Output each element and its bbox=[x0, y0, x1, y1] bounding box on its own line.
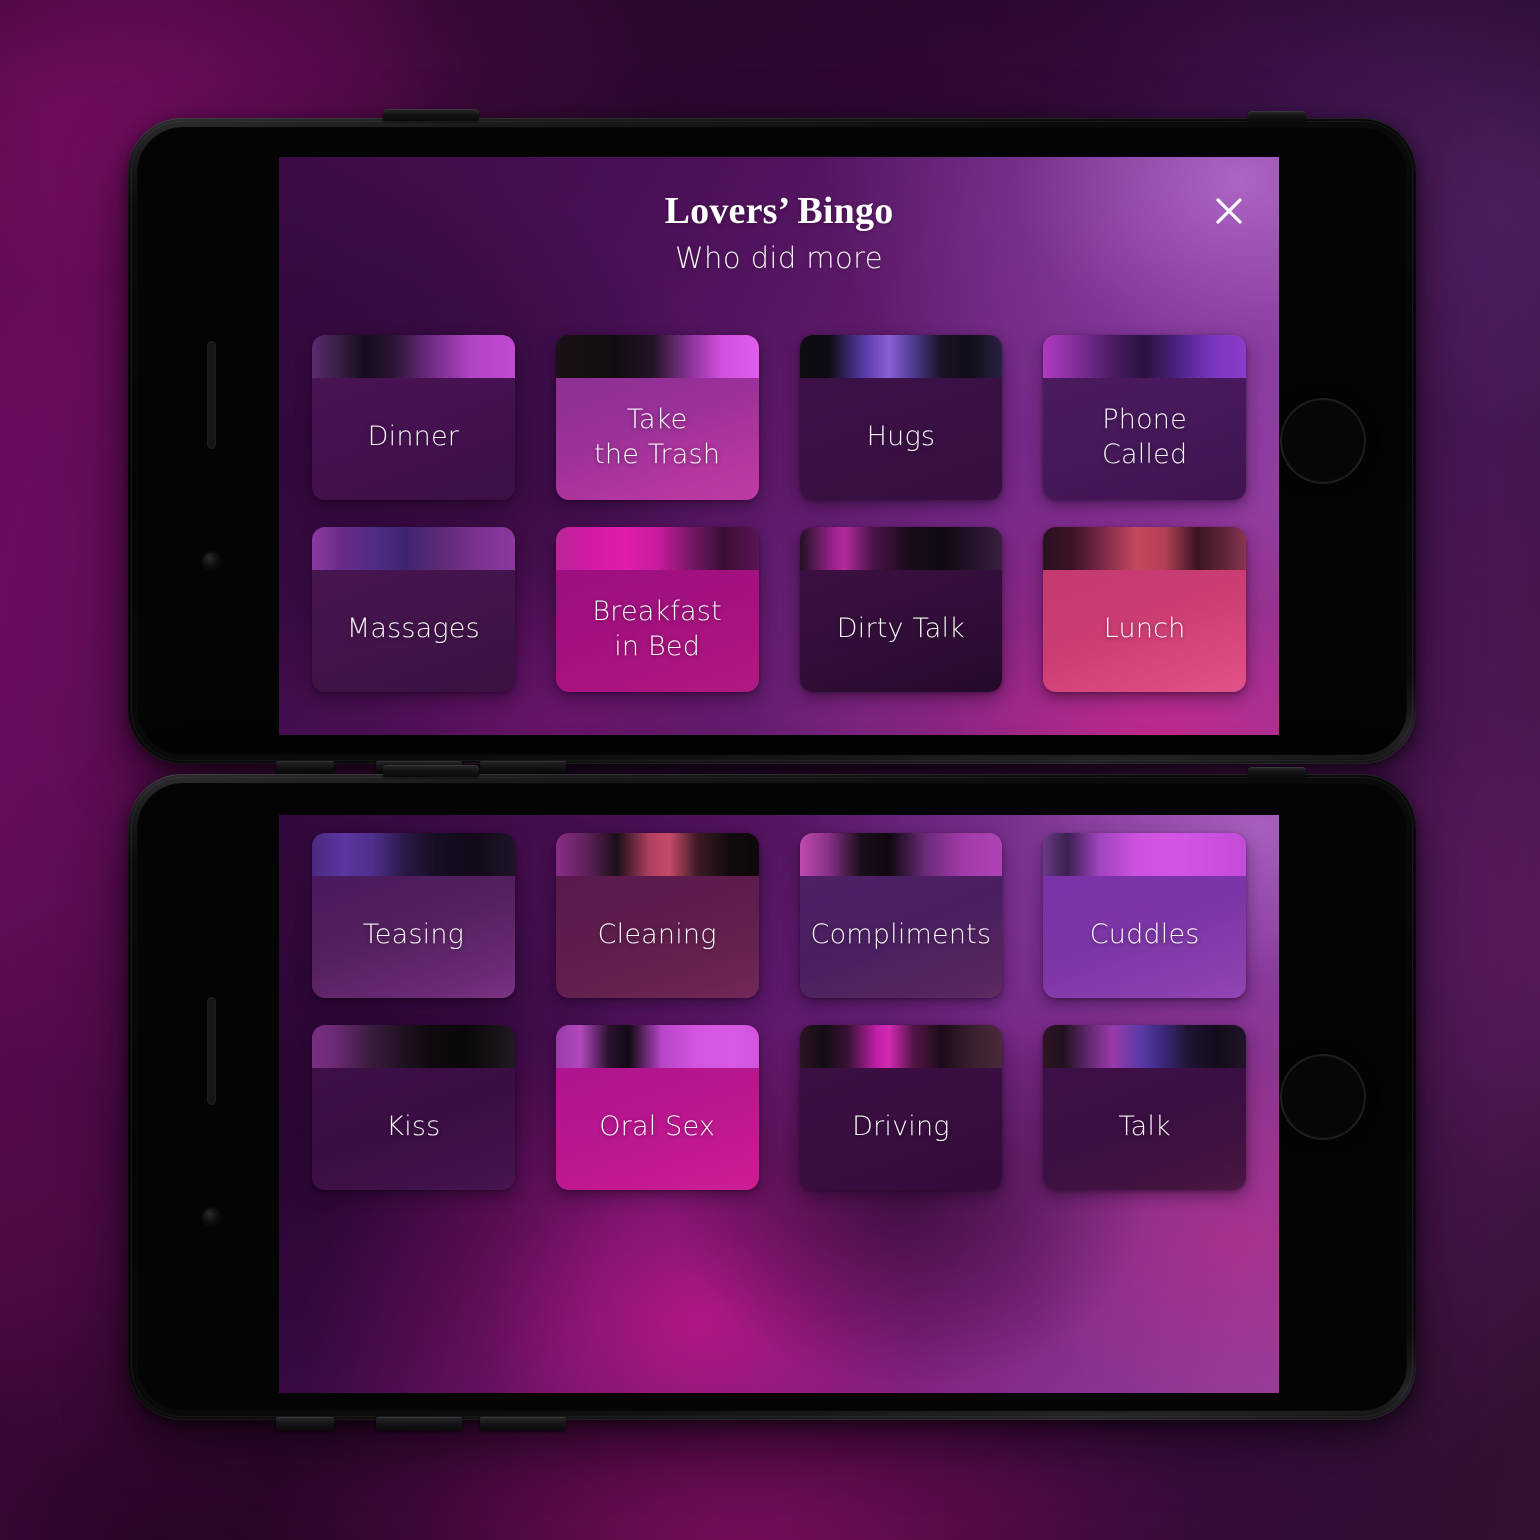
bingo-card-strip bbox=[555, 833, 759, 876]
bingo-grid-bottom: Teasing Cleaning Compliments Cuddles Kiss Ora… bbox=[312, 833, 1246, 1190]
bingo-card-label: Compliments bbox=[810, 919, 992, 951]
screenshot-stage: Lovers’ Bingo Who did more Dinner Take th… bbox=[0, 0, 1540, 1540]
bingo-card-strip bbox=[799, 1025, 1003, 1068]
bingo-card[interactable]: Phone Called bbox=[1043, 335, 1246, 500]
phone-bezel-bottom: Teasing Cleaning Compliments Cuddles Kiss Ora… bbox=[137, 783, 1407, 1411]
bingo-card-strip bbox=[799, 527, 1003, 570]
bingo-card-label: Teasing bbox=[362, 919, 465, 951]
bingo-card-strip bbox=[1043, 335, 1246, 378]
bingo-card-label: Talk bbox=[1118, 1111, 1171, 1143]
antenna-band-top-2 bbox=[1248, 767, 1306, 777]
bingo-card[interactable]: Hugs bbox=[799, 335, 1003, 500]
phone-screen-bottom: Teasing Cleaning Compliments Cuddles Kiss Ora… bbox=[279, 815, 1279, 1393]
bingo-card-label: Dirty Talk bbox=[836, 613, 965, 645]
bingo-card-label: Lunch bbox=[1103, 613, 1186, 645]
bingo-card[interactable]: Cuddles bbox=[1043, 833, 1246, 998]
bingo-card[interactable]: Teasing bbox=[312, 833, 515, 998]
volume-down-button[interactable] bbox=[480, 761, 566, 775]
bingo-card-label: Oral Sex bbox=[599, 1111, 716, 1143]
bingo-card-label: Kiss bbox=[386, 1111, 441, 1143]
bingo-card-strip bbox=[312, 833, 515, 876]
phone-device-top: Lovers’ Bingo Who did more Dinner Take th… bbox=[128, 109, 1416, 775]
close-icon bbox=[1216, 198, 1242, 224]
bingo-card-strip bbox=[799, 833, 1003, 876]
bingo-card-label: Hugs bbox=[866, 421, 936, 453]
home-button[interactable] bbox=[1280, 398, 1366, 484]
bingo-card[interactable]: Take the Trash bbox=[555, 335, 759, 500]
bingo-grid-top: Dinner Take the Trash Hugs Phone Called Mass… bbox=[312, 335, 1246, 692]
bingo-card-strip bbox=[555, 527, 759, 570]
app-header: Lovers’ Bingo Who did more bbox=[279, 157, 1279, 297]
phone-device-bottom: Teasing Cleaning Compliments Cuddles Kiss Ora… bbox=[128, 765, 1416, 1431]
bingo-card-label: Phone Called bbox=[1101, 403, 1188, 470]
bingo-card[interactable]: Cleaning bbox=[555, 833, 759, 998]
bingo-card-label: Massages bbox=[346, 613, 480, 645]
bingo-card[interactable]: Oral Sex bbox=[555, 1025, 759, 1190]
bingo-card-strip bbox=[555, 335, 759, 378]
bingo-card-strip bbox=[312, 527, 515, 570]
bingo-card-strip bbox=[799, 335, 1003, 378]
power-button-2[interactable] bbox=[383, 765, 479, 777]
mute-switch[interactable] bbox=[276, 761, 334, 775]
bingo-card-label: Cuddles bbox=[1089, 919, 1200, 951]
antenna-band-top bbox=[1248, 111, 1306, 121]
phone-screen-top: Lovers’ Bingo Who did more Dinner Take th… bbox=[279, 157, 1279, 735]
bingo-card[interactable]: Breakfast in Bed bbox=[555, 527, 759, 692]
bingo-card-label: Driving bbox=[852, 1111, 950, 1143]
bingo-card[interactable]: Talk bbox=[1043, 1025, 1246, 1190]
volume-down-button-2[interactable] bbox=[480, 1417, 566, 1431]
bingo-card-strip bbox=[1043, 1025, 1246, 1068]
phone-bezel-top: Lovers’ Bingo Who did more Dinner Take th… bbox=[137, 127, 1407, 755]
bingo-card[interactable]: Compliments bbox=[799, 833, 1003, 998]
bingo-card-label: Dinner bbox=[367, 421, 460, 453]
bingo-card-strip bbox=[312, 335, 515, 378]
bingo-card[interactable]: Dirty Talk bbox=[799, 527, 1003, 692]
bingo-card-strip bbox=[555, 1025, 759, 1068]
volume-up-button-2[interactable] bbox=[376, 1417, 462, 1431]
bingo-card-strip bbox=[1043, 527, 1246, 570]
bingo-card[interactable]: Lunch bbox=[1043, 527, 1246, 692]
bingo-card-label: Breakfast in Bed bbox=[592, 595, 722, 662]
front-camera-icon-2 bbox=[203, 1208, 220, 1226]
bingo-card-strip bbox=[1043, 833, 1246, 876]
bingo-app-content-top: Lovers’ Bingo Who did more Dinner Take th… bbox=[279, 157, 1279, 735]
front-camera-icon bbox=[203, 552, 220, 570]
bingo-card[interactable]: Kiss bbox=[312, 1025, 515, 1190]
bingo-card[interactable]: Driving bbox=[799, 1025, 1003, 1190]
bingo-app-content-bottom: Teasing Cleaning Compliments Cuddles Kiss Ora… bbox=[279, 815, 1279, 1393]
bingo-card-strip bbox=[312, 1025, 515, 1068]
bingo-card[interactable]: Massages bbox=[312, 527, 515, 692]
bingo-card-label: Take the Trash bbox=[594, 403, 721, 470]
bingo-card[interactable]: Dinner bbox=[312, 335, 515, 500]
page-subtitle: Who did more bbox=[674, 241, 884, 275]
power-button[interactable] bbox=[383, 109, 479, 121]
home-button-2[interactable] bbox=[1280, 1054, 1366, 1140]
page-title: Lovers’ Bingo bbox=[664, 190, 894, 232]
close-button[interactable] bbox=[1201, 183, 1257, 239]
speaker-grill-icon bbox=[207, 341, 216, 449]
mute-switch-2[interactable] bbox=[276, 1417, 334, 1431]
speaker-grill-icon-2 bbox=[207, 997, 216, 1105]
bingo-card-label: Cleaning bbox=[597, 919, 717, 951]
